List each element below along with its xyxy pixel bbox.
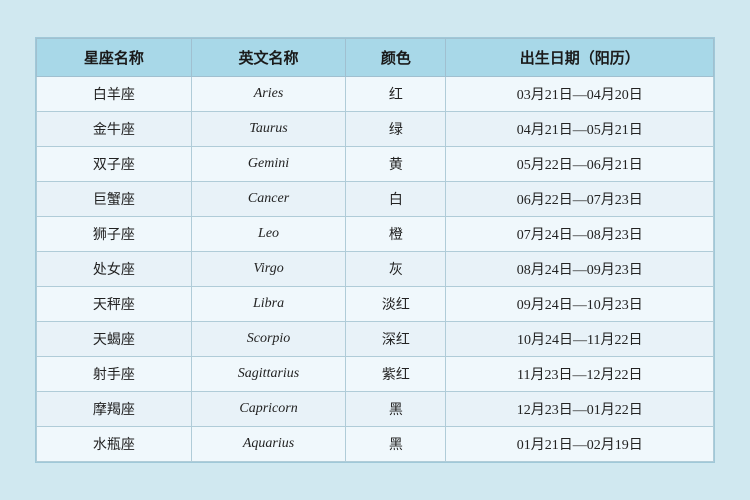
cell-color: 绿 <box>346 112 446 147</box>
cell-date: 11月23日—12月22日 <box>446 357 714 392</box>
cell-color: 红 <box>346 77 446 112</box>
cell-chinese: 摩羯座 <box>37 392 192 427</box>
table-row: 金牛座Taurus绿04月21日—05月21日 <box>37 112 714 147</box>
cell-english: Gemini <box>191 147 346 182</box>
cell-color: 灰 <box>346 252 446 287</box>
cell-color: 黑 <box>346 427 446 462</box>
cell-english: Leo <box>191 217 346 252</box>
zodiac-table-container: 星座名称 英文名称 颜色 出生日期（阳历） 白羊座Aries红03月21日—04… <box>35 37 715 463</box>
cell-english: Virgo <box>191 252 346 287</box>
cell-chinese: 天秤座 <box>37 287 192 322</box>
table-row: 处女座Virgo灰08月24日—09月23日 <box>37 252 714 287</box>
cell-chinese: 天蝎座 <box>37 322 192 357</box>
table-row: 摩羯座Capricorn黑12月23日—01月22日 <box>37 392 714 427</box>
table-row: 天蝎座Scorpio深红10月24日—11月22日 <box>37 322 714 357</box>
table-body: 白羊座Aries红03月21日—04月20日金牛座Taurus绿04月21日—0… <box>37 77 714 462</box>
cell-chinese: 处女座 <box>37 252 192 287</box>
cell-date: 04月21日—05月21日 <box>446 112 714 147</box>
table-row: 狮子座Leo橙07月24日—08月23日 <box>37 217 714 252</box>
cell-english: Aries <box>191 77 346 112</box>
col-header-date: 出生日期（阳历） <box>446 39 714 77</box>
cell-color: 黄 <box>346 147 446 182</box>
cell-color: 深红 <box>346 322 446 357</box>
cell-english: Scorpio <box>191 322 346 357</box>
table-header-row: 星座名称 英文名称 颜色 出生日期（阳历） <box>37 39 714 77</box>
cell-date: 05月22日—06月21日 <box>446 147 714 182</box>
cell-english: Cancer <box>191 182 346 217</box>
table-row: 水瓶座Aquarius黑01月21日—02月19日 <box>37 427 714 462</box>
col-header-english: 英文名称 <box>191 39 346 77</box>
cell-date: 01月21日—02月19日 <box>446 427 714 462</box>
col-header-chinese: 星座名称 <box>37 39 192 77</box>
cell-color: 紫红 <box>346 357 446 392</box>
cell-chinese: 金牛座 <box>37 112 192 147</box>
cell-color: 橙 <box>346 217 446 252</box>
cell-chinese: 水瓶座 <box>37 427 192 462</box>
cell-date: 07月24日—08月23日 <box>446 217 714 252</box>
cell-chinese: 巨蟹座 <box>37 182 192 217</box>
col-header-color: 颜色 <box>346 39 446 77</box>
cell-date: 12月23日—01月22日 <box>446 392 714 427</box>
cell-date: 09月24日—10月23日 <box>446 287 714 322</box>
table-row: 白羊座Aries红03月21日—04月20日 <box>37 77 714 112</box>
table-row: 天秤座Libra淡红09月24日—10月23日 <box>37 287 714 322</box>
cell-date: 10月24日—11月22日 <box>446 322 714 357</box>
table-row: 巨蟹座Cancer白06月22日—07月23日 <box>37 182 714 217</box>
cell-color: 淡红 <box>346 287 446 322</box>
zodiac-table: 星座名称 英文名称 颜色 出生日期（阳历） 白羊座Aries红03月21日—04… <box>36 38 714 462</box>
cell-date: 06月22日—07月23日 <box>446 182 714 217</box>
table-row: 双子座Gemini黄05月22日—06月21日 <box>37 147 714 182</box>
cell-english: Libra <box>191 287 346 322</box>
cell-english: Aquarius <box>191 427 346 462</box>
cell-english: Sagittarius <box>191 357 346 392</box>
cell-date: 03月21日—04月20日 <box>446 77 714 112</box>
cell-chinese: 双子座 <box>37 147 192 182</box>
cell-date: 08月24日—09月23日 <box>446 252 714 287</box>
cell-color: 白 <box>346 182 446 217</box>
cell-color: 黑 <box>346 392 446 427</box>
cell-chinese: 射手座 <box>37 357 192 392</box>
cell-chinese: 狮子座 <box>37 217 192 252</box>
cell-chinese: 白羊座 <box>37 77 192 112</box>
cell-english: Taurus <box>191 112 346 147</box>
table-row: 射手座Sagittarius紫红11月23日—12月22日 <box>37 357 714 392</box>
cell-english: Capricorn <box>191 392 346 427</box>
